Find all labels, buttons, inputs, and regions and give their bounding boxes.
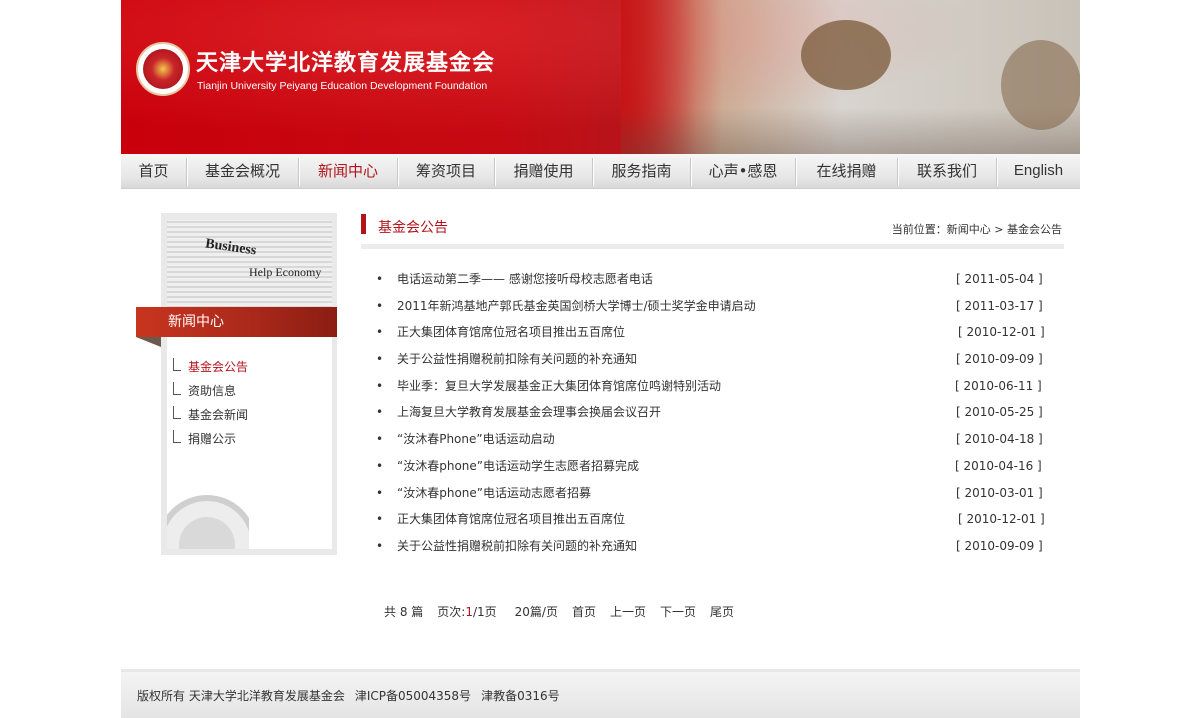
- university-stamp-image: [167, 495, 249, 549]
- news-date: [ 2010-12-01 ]: [958, 325, 1045, 340]
- list-item: • 毕业季：复旦大学发展基金正大集团体育馆席位鸣谢特别活动[ 2010-06-11…: [376, 373, 1046, 400]
- list-item: • 正大集团体育馆席位冠名项目推出五百席位[ 2010-12-01 ]: [376, 506, 1046, 533]
- news-link[interactable]: 毕业季：复旦大学发展基金正大集团体育馆席位鸣谢特别活动: [397, 373, 721, 400]
- list-item: • 2011年新鸿基地产郭氏基金英国剑桥大学博士/硕士奖学金申请启动[ 2011-…: [376, 293, 1046, 320]
- list-item: • 关于公益性捐赠税前扣除有关问题的补充通知[ 2010-09-09 ]: [376, 533, 1046, 560]
- per-page: 20篇/页: [514, 605, 558, 619]
- news-date: [ 2010-06-11 ]: [955, 378, 1042, 393]
- branch-icon: [173, 406, 181, 419]
- list-item: • “汝沐春Phone”电话运动启动[ 2010-04-18 ]: [376, 426, 1046, 453]
- total-count: 共 8 篇: [384, 605, 424, 619]
- next-page-link[interactable]: 下一页: [660, 605, 696, 619]
- site-subtitle: Tianjin University Peiyang Education Dev…: [197, 80, 488, 92]
- nav-donation-use[interactable]: 捐赠使用: [495, 154, 592, 188]
- pagination: 共 8 篇页次:1/1页 20篇/页 首页 上一页 下一页 尾页: [384, 603, 748, 620]
- nav-gratitude[interactable]: 心声•感恩: [691, 154, 795, 188]
- news-date: [ 2010-03-01 ]: [956, 485, 1043, 500]
- page-total: /1页: [472, 605, 497, 619]
- news-date: [ 2010-09-09 ]: [956, 352, 1043, 367]
- campus-photo: [621, 0, 1080, 154]
- sidebar-item-announcements[interactable]: 基金会公告: [173, 355, 323, 379]
- footer: 版权所有 天津大学北洋教育发展基金会 津ICP备05004358号 津教备0316号: [121, 669, 1080, 718]
- copyright: 版权所有 天津大学北洋教育发展基金会: [137, 689, 345, 703]
- list-item: • 上海复旦大学教育发展基金会理事会换届会议召开[ 2010-05-25 ]: [376, 399, 1046, 426]
- news-date: [ 2010-04-18 ]: [956, 432, 1043, 447]
- page: 天津大学北洋教育发展基金会 Tianjin University Peiyang…: [121, 0, 1080, 718]
- nav-service-guide[interactable]: 服务指南: [593, 154, 690, 188]
- sidebar: Business Help Economy 基金会公告 资助信息 基金会新闻 捐…: [136, 213, 337, 555]
- news-link[interactable]: “汝沐春phone”电话运动学生志愿者招募完成: [397, 453, 639, 480]
- news-date: [ 2011-03-17 ]: [956, 298, 1043, 313]
- news-link[interactable]: 关于公益性捐赠税前扣除有关问题的补充通知: [397, 346, 637, 373]
- news-date: [ 2011-05-04 ]: [956, 272, 1043, 286]
- list-item: • “汝沐春phone”电话运动学生志愿者招募完成[ 2010-04-16 ]: [376, 453, 1046, 480]
- last-page-link[interactable]: 尾页: [710, 605, 734, 619]
- news-list: • 电话运动第二季—— 感谢您接听母校志愿者电话[ 2011-05-04 ] • 2…: [376, 266, 1046, 560]
- list-item: • “汝沐春phone”电话运动志愿者招募[ 2010-03-01 ]: [376, 480, 1046, 507]
- sidebar-item-foundation-news[interactable]: 基金会新闻: [173, 403, 323, 427]
- newspaper-image: Business Help Economy: [167, 220, 332, 313]
- news-link[interactable]: “汝沐春Phone”电话运动启动: [397, 426, 555, 453]
- news-link[interactable]: 电话运动第二季—— 感谢您接听母校志愿者电话: [397, 266, 653, 293]
- branch-icon: [173, 430, 181, 443]
- news-link[interactable]: 正大集团体育馆席位冠名项目推出五百席位: [397, 319, 625, 346]
- news-date: [ 2010-04-16 ]: [955, 458, 1042, 473]
- nav-online-donation[interactable]: 在线捐赠: [796, 154, 897, 188]
- news-link[interactable]: 2011年新鸿基地产郭氏基金英国剑桥大学博士/硕士奖学金申请启动: [397, 293, 756, 320]
- first-page-link[interactable]: 首页: [572, 605, 596, 619]
- sidebar-item-donation-publicity[interactable]: 捐赠公示: [173, 427, 323, 451]
- breadcrumb: 当前位置：新闻中心 > 基金会公告: [891, 223, 1062, 236]
- list-item: • 正大集团体育馆席位冠名项目推出五百席位[ 2010-12-01 ]: [376, 319, 1046, 346]
- prev-page-link[interactable]: 上一页: [610, 605, 646, 619]
- list-item: • 关于公益性捐赠税前扣除有关问题的补充通知[ 2010-09-09 ]: [376, 346, 1046, 373]
- nav-about[interactable]: 基金会概况: [187, 154, 298, 188]
- nav-english[interactable]: English: [997, 154, 1080, 188]
- nav-projects[interactable]: 筹资项目: [398, 154, 494, 188]
- seal-icon: [136, 42, 190, 96]
- news-date: [ 2010-09-09 ]: [956, 538, 1043, 553]
- section-title: 基金会公告: [378, 220, 448, 236]
- news-date: [ 2010-12-01 ]: [958, 512, 1045, 527]
- sidebar-menu: 基金会公告 资助信息 基金会新闻 捐赠公示: [173, 355, 323, 451]
- edu-number: 津教备0316号: [481, 689, 560, 703]
- sidebar-item-funding-info[interactable]: 资助信息: [173, 379, 323, 403]
- news-date: [ 2010-05-25 ]: [956, 405, 1043, 420]
- news-link[interactable]: “汝沐春phone”电话运动志愿者招募: [397, 480, 591, 507]
- current-page: 1: [465, 605, 473, 619]
- branch-icon: [173, 358, 181, 371]
- nav-home[interactable]: 首页: [121, 154, 186, 188]
- news-link[interactable]: 关于公益性捐赠税前扣除有关问题的补充通知: [397, 533, 637, 560]
- news-link[interactable]: 正大集团体育馆席位冠名项目推出五百席位: [397, 506, 625, 533]
- sidebar-heading: 新闻中心: [136, 307, 337, 337]
- main-nav: 首页 基金会概况 新闻中心 筹资项目 捐赠使用 服务指南 心声•感恩 在线捐赠 …: [121, 154, 1080, 189]
- news-link[interactable]: 上海复旦大学教育发展基金会理事会换届会议召开: [397, 399, 661, 426]
- nav-contact[interactable]: 联系我们: [898, 154, 996, 188]
- icp-number: 津ICP备05004358号: [354, 689, 472, 703]
- site-title: 天津大学北洋教育发展基金会: [196, 51, 496, 76]
- branch-icon: [173, 382, 181, 395]
- content-header: 基金会公告 当前位置：新闻中心 > 基金会公告: [361, 214, 1064, 249]
- page-label: 页次:: [437, 605, 466, 619]
- nav-news[interactable]: 新闻中心: [299, 154, 397, 188]
- header-banner: 天津大学北洋教育发展基金会 Tianjin University Peiyang…: [121, 0, 1080, 154]
- list-item: • 电话运动第二季—— 感谢您接听母校志愿者电话[ 2011-05-04 ]: [376, 266, 1046, 293]
